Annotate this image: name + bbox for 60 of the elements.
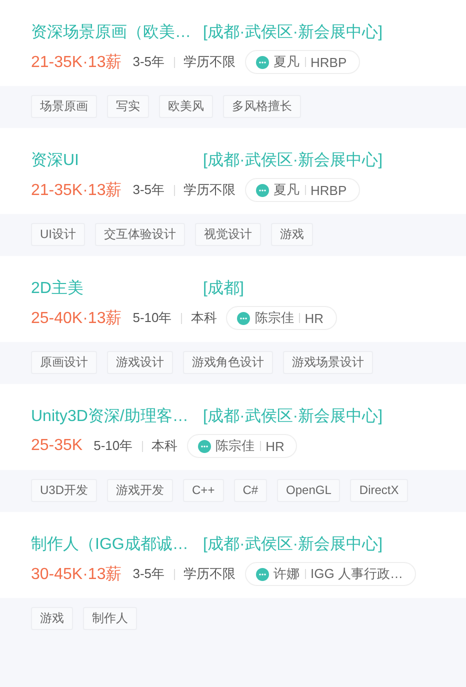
skill-tag: 游戏 xyxy=(271,223,313,246)
job-location: [成都·武侯区·新会展中心] xyxy=(203,406,383,427)
recruiter-role: HR xyxy=(266,438,284,454)
skill-tag: 场景原画 xyxy=(31,95,97,118)
recruiter-chip[interactable]: 陈宗佳 HR xyxy=(186,434,298,458)
skill-tag: DirectX xyxy=(350,479,408,502)
skill-tag: 欧美风 xyxy=(159,95,213,118)
recruiter-name: 夏凡 xyxy=(274,53,300,71)
job-location: [成都] xyxy=(203,278,244,299)
recruiter-name: 陈宗佳 xyxy=(216,437,255,455)
skill-tag: 游戏场景设计 xyxy=(283,351,373,374)
job-location: [成都·武侯区·新会展中心] xyxy=(203,534,383,555)
experience: 5-10年 xyxy=(132,309,172,327)
skill-tag: OpenGL xyxy=(277,479,340,502)
recruiter-name: 许娜 xyxy=(274,565,300,583)
job-location: [成都·武侯区·新会展中心] xyxy=(203,22,383,43)
skill-tag: 游戏 xyxy=(31,607,73,630)
recruiter-role: HRBP xyxy=(310,182,347,198)
education: 学历不限 xyxy=(184,181,236,199)
salary: 21-35K·13薪 xyxy=(31,180,122,200)
recruiter-role: HRBP xyxy=(310,54,347,70)
job-location: [成都·武侯区·新会展中心] xyxy=(203,150,383,171)
recruiter-chip[interactable]: 陈宗佳 HR xyxy=(226,306,337,330)
salary: 25-35K xyxy=(31,437,83,455)
recruiter-chip[interactable]: 夏凡 HRBP xyxy=(244,178,360,202)
experience: 3-5年 xyxy=(132,565,165,583)
recruiter-name: 夏凡 xyxy=(274,181,300,199)
experience: 3-5年 xyxy=(132,53,165,71)
skill-tag: 视觉设计 xyxy=(195,223,261,246)
recruiter-chip[interactable]: 夏凡 HRBP xyxy=(244,50,360,74)
skill-tag: 游戏设计 xyxy=(107,351,173,374)
recruiter-name: 陈宗佳 xyxy=(254,309,294,327)
chat-icon xyxy=(256,56,269,68)
recruiter-role: HR xyxy=(304,310,324,326)
skill-tag: 制作人 xyxy=(83,607,137,630)
skill-tag: C# xyxy=(234,479,268,502)
skill-tag: 多风格擅长 xyxy=(223,95,301,118)
recruiter-chip[interactable]: 许娜 IGG 人事行政… xyxy=(244,562,416,586)
chat-icon xyxy=(236,312,250,324)
skill-tag: UI设计 xyxy=(31,223,85,246)
skill-tag: 交互体验设计 xyxy=(95,223,185,246)
salary: 21-35K·13薪 xyxy=(31,52,122,72)
skill-tag: U3D开发 xyxy=(31,479,98,502)
skill-tag: 原画设计 xyxy=(31,351,97,374)
chat-icon xyxy=(198,440,211,452)
salary: 25-40K·13薪 xyxy=(31,308,122,328)
experience: 3-5年 xyxy=(132,181,165,199)
skill-tag: 游戏开发 xyxy=(107,479,174,502)
recruiter-role: IGG 人事行政… xyxy=(310,565,403,583)
skill-tag: C++ xyxy=(183,479,224,502)
skill-tag: 写实 xyxy=(107,95,149,118)
experience: 5-10年 xyxy=(94,437,133,455)
chat-icon xyxy=(256,184,269,196)
education: 学历不限 xyxy=(184,53,236,71)
salary: 30-45K·13薪 xyxy=(31,564,122,584)
chat-icon xyxy=(256,568,269,580)
education: 本科 xyxy=(190,309,217,327)
education: 本科 xyxy=(152,437,178,455)
education: 学历不限 xyxy=(184,565,236,583)
skill-tag: 游戏角色设计 xyxy=(183,351,273,374)
